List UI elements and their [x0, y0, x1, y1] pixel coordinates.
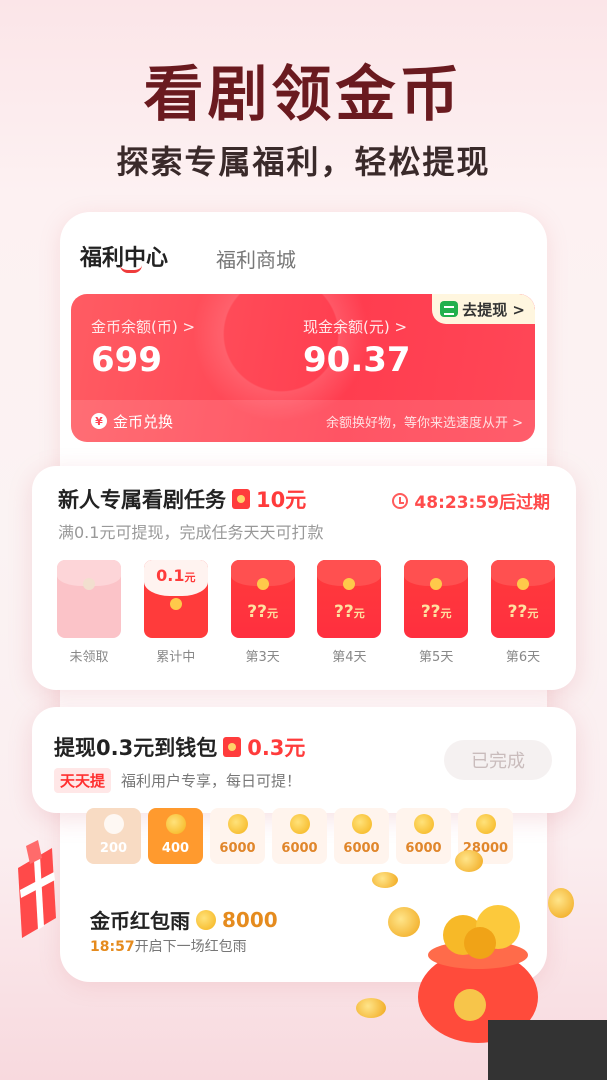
red-envelope-icon: 0.1元 — [143, 560, 208, 638]
balance-card: 去提现 > 金币余额(币) > 699 现金余额(元) > 90.37 ¥ 金币… — [71, 294, 535, 442]
red-envelope-icon: ??元 — [404, 560, 469, 638]
coin-cell[interactable]: 6000 — [272, 808, 327, 864]
coin-icon — [196, 909, 216, 930]
day-item[interactable]: 未领取 — [56, 560, 122, 665]
red-packet-icon — [223, 737, 242, 757]
coin-icon — [475, 814, 496, 834]
withdraw-title-row: 提现0.3元到钱包 0.3元 — [54, 732, 305, 762]
coin-icon — [227, 814, 248, 834]
coin-value: 6000 — [405, 841, 442, 856]
task-timer-text: 48:23:59后过期 — [414, 493, 550, 513]
completed-button[interactable]: 已完成 — [444, 740, 552, 780]
task-title-row: 新人专属看剧任务 10元 — [58, 484, 306, 514]
coin-value: 200 — [99, 841, 128, 856]
tab-welfare-mall[interactable]: 福利商城 — [216, 244, 296, 273]
day-label: 第5天 — [419, 650, 454, 665]
withdraw-sub-row: 天天提 福利用户专享，每日可提！ — [54, 768, 301, 793]
coin-value: 6000 — [343, 841, 380, 856]
rain-sub-text: 开启下一场红包雨 — [134, 939, 247, 955]
rain-title-text: 金币红包雨 — [90, 909, 190, 933]
check-icon — [103, 814, 124, 834]
coin-cell[interactable]: 6000 — [334, 808, 389, 864]
coin-exchange-button[interactable]: ¥ 金币兑换 — [91, 411, 173, 432]
yen-icon: ¥ — [91, 413, 107, 429]
withdraw-amount: 0.3元 — [247, 736, 306, 760]
coin-cell[interactable]: 400 — [148, 808, 203, 864]
coin-icon — [289, 814, 310, 834]
day-label: 第4天 — [332, 650, 367, 665]
day-item[interactable]: ??元 第5天 — [403, 560, 469, 665]
withdraw-task-card: 提现0.3元到钱包 0.3元 天天提 福利用户专享，每日可提！ 已完成 — [32, 707, 576, 813]
rain-time: 18:57 — [90, 939, 135, 955]
coin-value: 6000 — [219, 841, 256, 856]
envelope-amount-unit: 元 — [527, 607, 539, 620]
day-label: 第3天 — [245, 650, 280, 665]
day-item[interactable]: ??元 第3天 — [230, 560, 296, 665]
day-label: 未领取 — [69, 650, 109, 665]
coin-cell[interactable]: 200 — [86, 808, 141, 864]
floating-coin-icon — [548, 888, 574, 918]
go-withdraw-label: 去提现 > — [462, 300, 525, 319]
envelope-amount-unit: 元 — [353, 607, 365, 620]
day-label: 累计中 — [156, 650, 196, 665]
envelope-amount-value: ?? — [334, 602, 354, 622]
hero-subtitle: 探索专属福利，轻松提现 — [116, 143, 491, 181]
task-timer: 48:23:59后过期 — [392, 488, 550, 513]
envelope-amount-value: ?? — [507, 602, 528, 622]
red-envelope-icon — [57, 560, 121, 638]
envelope-amount-unit: 元 — [266, 607, 278, 620]
red-packet-rain-title[interactable]: 金币红包雨 8000 — [90, 905, 278, 934]
coin-icon — [351, 814, 372, 834]
coin-cell[interactable]: 6000 — [210, 808, 265, 864]
balance-footer: ¥ 金币兑换 余额换好物，等你来选速度从开 > — [71, 400, 535, 442]
cash-balance-label[interactable]: 现金余额(元) > — [303, 316, 407, 337]
daily-withdraw-tag: 天天提 — [54, 768, 112, 793]
coin-exchange-label: 金币兑换 — [113, 412, 174, 431]
coin-balance-value: 699 — [91, 340, 162, 380]
coin-value: 6000 — [281, 841, 318, 856]
task-days: 未领取 0.1元 累计中 ??元 第3天 ??元 第4天 ??元 第5天 ??元… — [56, 560, 556, 665]
red-envelope-icon: ??元 — [230, 560, 295, 638]
rain-amount: 8000 — [222, 907, 278, 932]
floating-coin-icon — [356, 998, 386, 1018]
envelope-amount: 0.1元 — [144, 566, 208, 585]
floating-coin-icon — [372, 872, 398, 888]
hero-title: 看剧领金币 — [143, 60, 464, 130]
task-title: 新人专属看剧任务 — [58, 488, 226, 512]
coin-icon — [413, 814, 434, 834]
withdraw-title: 提现0.3元到钱包 — [54, 736, 218, 760]
withdraw-sub-text: 福利用户专享，每日可提！ — [121, 772, 302, 790]
coin-balance-label[interactable]: 金币余额(币) > — [91, 316, 195, 337]
cash-balance-value: 90.37 — [303, 340, 411, 380]
envelope-amount-unit: 元 — [440, 607, 452, 620]
day-item[interactable]: ??元 第4天 — [316, 560, 382, 665]
task-reward: 10元 — [256, 488, 307, 512]
red-envelope-icon: ??元 — [490, 560, 555, 638]
red-packet-icon — [232, 489, 250, 509]
newbie-task-card: 新人专属看剧任务 10元 48:23:59后过期 满0.1元可提现，完成任务天天… — [32, 466, 576, 690]
envelope-amount-value: ?? — [247, 602, 267, 622]
day-item[interactable]: ??元 第6天 — [490, 560, 556, 665]
go-withdraw-button[interactable]: 去提现 > — [432, 294, 535, 324]
rain-subtitle: 18:57开启下一场红包雨 — [90, 936, 247, 956]
wechat-icon — [440, 301, 459, 317]
coin-icon — [165, 814, 186, 834]
alarm-clock-icon — [392, 492, 409, 509]
red-envelope-icon: ??元 — [317, 560, 382, 638]
coin-cell[interactable]: 6000 — [396, 808, 451, 864]
floating-coin-icon — [455, 850, 483, 872]
floating-coin-icon — [388, 907, 420, 937]
task-description: 满0.1元可提现，完成任务天天可打款 — [58, 523, 324, 542]
day-label: 第6天 — [505, 650, 541, 665]
envelope-amount-unit: 元 — [184, 571, 196, 584]
day-item[interactable]: 0.1元 累计中 — [143, 560, 209, 665]
exchange-hint-link[interactable]: 余额换好物，等你来选速度从开 > — [326, 412, 523, 431]
gift-box-decoration — [18, 840, 56, 938]
envelope-amount-value: 0.1 — [156, 566, 185, 585]
envelope-amount-value: ?? — [420, 602, 441, 622]
corner-overlay — [488, 1020, 607, 1080]
coin-value: 400 — [161, 841, 190, 856]
